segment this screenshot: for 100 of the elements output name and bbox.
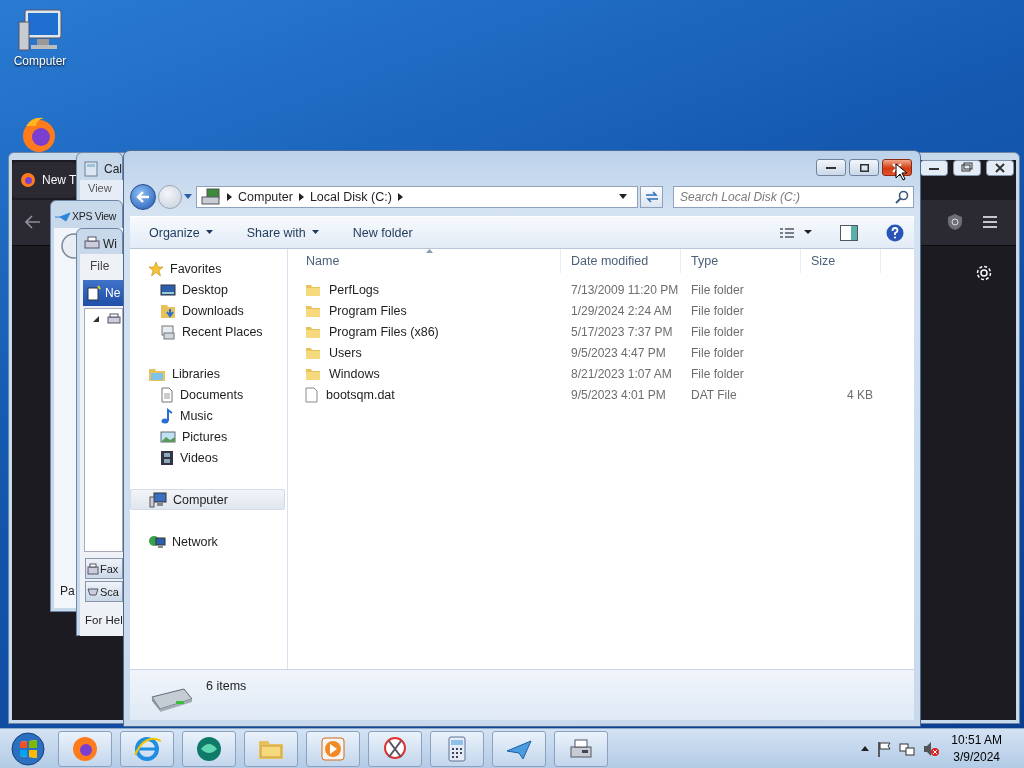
computer-icon: [17, 8, 63, 52]
refresh-button[interactable]: [640, 186, 663, 208]
date-cell: 1/29/2024 2:24 AM: [571, 303, 672, 318]
search-icon: [895, 190, 909, 204]
toolbar-button[interactable]: New folder: [345, 221, 420, 244]
date-cell: 9/5/2023 4:47 PM: [571, 345, 666, 360]
maximize-button[interactable]: [849, 159, 879, 176]
column-header[interactable]: Date modified: [561, 249, 681, 273]
toolbar-button[interactable]: Ne: [83, 280, 123, 306]
file-name[interactable]: Windows: [296, 366, 561, 381]
sidebar-item[interactable]: Music: [130, 405, 285, 426]
browser-icon: [133, 734, 161, 763]
sidebar-item[interactable]: Recent Places: [130, 321, 285, 342]
date-cell: 9/5/2023 4:01 PM: [571, 387, 666, 402]
type-cell: DAT File: [691, 387, 737, 402]
picture-icon: [160, 429, 176, 444]
star-icon: [148, 260, 164, 277]
file-name[interactable]: Users: [296, 345, 561, 360]
search-input[interactable]: Search Local Disk (C:): [678, 189, 895, 205]
sort-arrow-icon: [426, 249, 433, 253]
date-cell: 5/17/2023 7:37 PM: [571, 324, 673, 339]
file-name[interactable]: Program Files: [296, 303, 561, 318]
chevron-icon: [298, 193, 304, 201]
breadcrumb-item[interactable]: Local Disk (C:): [309, 190, 392, 204]
type-cell: File folder: [691, 366, 744, 381]
up-arrow-icon: [861, 746, 870, 751]
menu-item[interactable]: View: [88, 182, 112, 194]
browser-tab[interactable]: New T: [12, 162, 76, 198]
address-bar[interactable]: Computer Local Disk (C:): [196, 186, 638, 208]
settings-icon: [975, 264, 993, 282]
type-cell: File folder: [691, 303, 744, 318]
file-name[interactable]: bootsqm.dat: [296, 386, 561, 403]
search-field[interactable]: Search Local Disk (C:): [673, 186, 914, 208]
nav-button[interactable]: Sca: [85, 581, 123, 602]
back-button[interactable]: [130, 184, 156, 210]
date-cell: 8/21/2023 1:07 AM: [571, 366, 672, 381]
item-count: 6 items: [206, 679, 247, 693]
column-header[interactable]: Type: [681, 249, 801, 273]
taskbar-button[interactable]: [492, 730, 546, 767]
sidebar-item[interactable]: Downloads: [130, 300, 285, 321]
help-icon: [886, 223, 904, 242]
scanner-icon: [87, 586, 99, 597]
file-name[interactable]: Program Files (x86): [296, 324, 561, 339]
desktop-icon-label[interactable]: Computer: [13, 54, 67, 68]
back-arrow-icon: [25, 215, 41, 229]
downloads-icon: [160, 302, 176, 319]
refresh-arrows-icon: [644, 191, 659, 203]
browser-icon: [71, 734, 99, 763]
sidebar-item[interactable]: Desktop: [130, 279, 285, 300]
sidebar-item[interactable]: Computer: [130, 489, 285, 510]
breadcrumb-item[interactable]: Computer: [238, 190, 293, 204]
printer-icon: [84, 236, 100, 250]
minimize-button[interactable]: [816, 159, 846, 176]
status-text: For Hel: [85, 614, 123, 626]
toolbar-button[interactable]: Share with: [239, 221, 326, 244]
sidebar-item[interactable]: Network: [130, 531, 285, 552]
sidebar-item[interactable]: Videos: [130, 447, 285, 468]
status-text: Pa: [60, 584, 75, 598]
taskbar-button[interactable]: [182, 730, 236, 767]
dropdown-arrow-icon: [619, 194, 627, 200]
network-icon: [899, 740, 916, 757]
dropdown-arrow-icon: [205, 230, 213, 235]
column-header[interactable]: Size: [801, 249, 881, 273]
taskbar-button[interactable]: [58, 730, 112, 767]
type-cell: File folder: [691, 282, 744, 297]
taskbar-button[interactable]: [120, 730, 174, 767]
taskbar-button[interactable]: [554, 730, 608, 767]
expand-triangle-icon: [93, 316, 99, 322]
menu-icon: [982, 215, 998, 229]
minimize-button[interactable]: [920, 160, 948, 176]
fax-machine-icon: [87, 562, 99, 575]
clock-date[interactable]: 3/9/2024: [953, 750, 1000, 764]
close-button[interactable]: [986, 160, 1014, 176]
dropdown-arrow-icon: [311, 230, 319, 235]
sidebar-item[interactable]: Documents: [130, 384, 285, 405]
sidebar-item[interactable]: Favorites: [130, 258, 285, 279]
minimize-icon: [826, 166, 836, 169]
sidebar-item[interactable]: Pictures: [130, 426, 285, 447]
restore-button[interactable]: [953, 160, 981, 176]
type-cell: File folder: [691, 345, 744, 360]
play-icon: [319, 734, 347, 763]
file-name[interactable]: PerfLogs: [296, 282, 561, 297]
network-icon: [148, 533, 166, 550]
dropdown-arrow-icon: [184, 194, 192, 200]
paper-plane-icon: [55, 212, 71, 222]
back-button-icon: [61, 233, 76, 259]
clock-time[interactable]: 10:51 AM: [951, 733, 1002, 747]
window-title: XPS View: [72, 210, 117, 222]
flag-icon: [877, 740, 892, 757]
taskbar-button[interactable]: [368, 730, 422, 767]
music-note-icon: [160, 407, 174, 424]
arrow-left-icon: [136, 191, 150, 203]
menu-item[interactable]: File: [90, 259, 110, 273]
chevron-icon: [397, 193, 403, 201]
sidebar-item[interactable]: Libraries: [130, 363, 285, 384]
nav-button[interactable]: Fax: [85, 558, 123, 579]
toolbar-button[interactable]: Organize: [142, 221, 220, 244]
window-title: Wi: [103, 237, 117, 251]
date-cell: 7/13/2009 11:20 PM: [571, 282, 679, 297]
speaker-muted-icon: [923, 740, 940, 757]
